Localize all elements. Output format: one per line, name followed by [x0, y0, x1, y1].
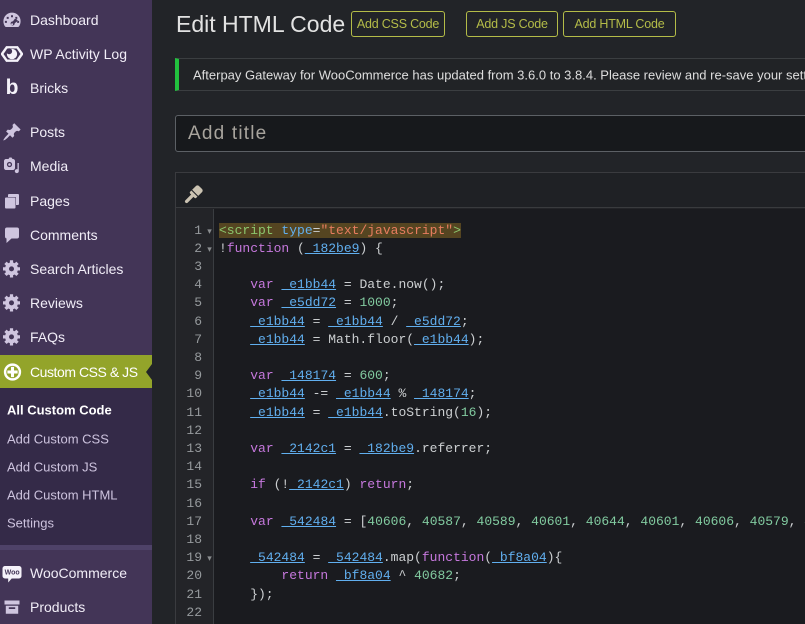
svg-text:Woo: Woo [5, 570, 20, 577]
